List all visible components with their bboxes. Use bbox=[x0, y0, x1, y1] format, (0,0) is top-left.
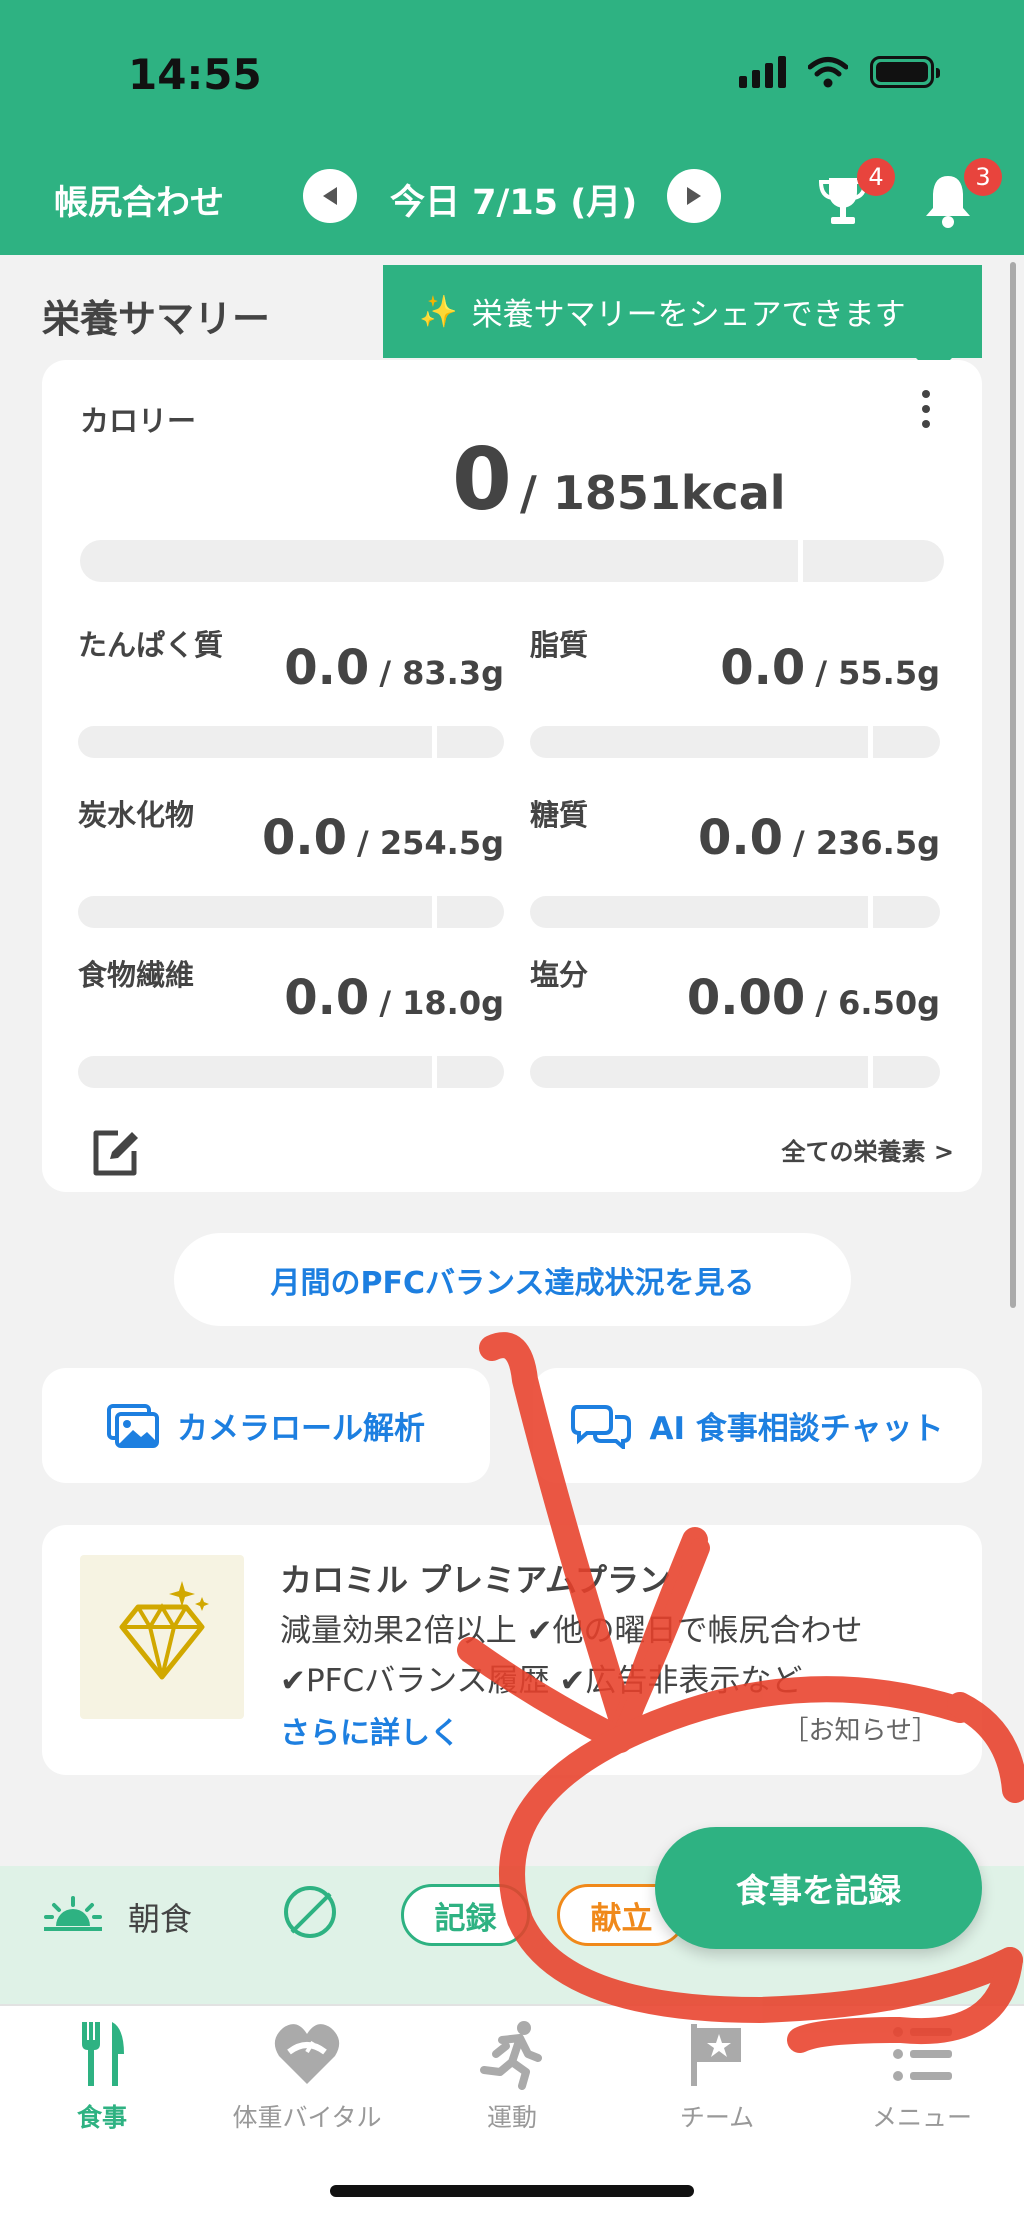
nutrient-value: 0.0 bbox=[262, 810, 348, 866]
nutrient-progress-bar bbox=[78, 1056, 504, 1088]
nutrient-target: / 6.50g bbox=[815, 984, 940, 1022]
no-meal-icon[interactable] bbox=[284, 1886, 336, 1938]
pfc-balance-button[interactable]: 月間のPFCバランス達成状況を見る bbox=[174, 1233, 851, 1326]
record-meal-button[interactable]: 記録 bbox=[401, 1884, 530, 1946]
app-header: 14:55 帳尻合わせ 今日 7/15 (月) 4 3 bbox=[0, 0, 1024, 255]
nutrient-target: / 254.5g bbox=[357, 824, 504, 862]
status-icons bbox=[739, 56, 940, 88]
nutrient-value: 0.0 bbox=[284, 640, 370, 696]
notification-button[interactable]: 3 bbox=[922, 158, 1002, 232]
record-meal-fab[interactable]: 食事を記録 bbox=[655, 1827, 982, 1949]
camera-roll-label: カメラロール解析 bbox=[177, 1411, 425, 1447]
nutrient-progress-bar bbox=[78, 726, 504, 758]
share-tooltip-text: 栄養サマリーをシェアできます bbox=[471, 297, 906, 333]
nutrient-target: / 83.3g bbox=[379, 654, 504, 692]
ai-chat-label: AI 食事相談チャット bbox=[649, 1411, 944, 1447]
all-nutrients-link[interactable]: 全ての栄養素 > bbox=[782, 1132, 954, 1167]
nutrient-progress-bar bbox=[530, 896, 940, 928]
nutrient-fat: 脂質 0.0/ 55.5g bbox=[530, 622, 940, 758]
nutrient-value: 0.0 bbox=[698, 810, 784, 866]
nutrient-target: / 236.5g bbox=[793, 824, 940, 862]
tab-exercise[interactable]: 運動 bbox=[410, 2018, 614, 2134]
sparkles-icon: ✨ bbox=[419, 294, 458, 330]
tab-label: 運動 bbox=[486, 2103, 537, 2132]
premium-title: カロミル プレミアムプラン bbox=[280, 1561, 671, 1599]
more-options-icon[interactable] bbox=[922, 390, 932, 435]
premium-notice-label: ［お知らせ］ bbox=[782, 1716, 938, 1746]
runner-icon bbox=[480, 2021, 542, 2090]
nutrient-salt: 塩分 0.00/ 6.50g bbox=[530, 952, 940, 1088]
premium-plan-card[interactable]: カロミル プレミアムプラン 減量効果2倍以上 ✔他の曜日で帳尻合わせ ✔PFCバ… bbox=[42, 1525, 982, 1775]
summary-title: 栄養サマリー bbox=[42, 297, 271, 341]
sunrise-icon bbox=[44, 1896, 102, 1931]
calorie-value: 0 bbox=[452, 430, 512, 530]
nutrient-protein: たんぱく質 0.0/ 83.3g bbox=[78, 622, 504, 758]
photos-icon bbox=[107, 1403, 159, 1448]
trophy-button[interactable]: 4 bbox=[815, 158, 895, 232]
ai-chat-button[interactable]: AI 食事相談チャット bbox=[533, 1368, 982, 1483]
meal-name: 朝食 bbox=[128, 1900, 193, 1938]
diamond-icon bbox=[119, 1581, 209, 1680]
tab-weight-vitals[interactable]: 体重バイタル bbox=[205, 2018, 409, 2134]
meal-row-next[interactable] bbox=[0, 1962, 1024, 2004]
nutrient-target: / 55.5g bbox=[815, 654, 940, 692]
status-time: 14:55 bbox=[128, 50, 262, 99]
nutrient-target: / 18.0g bbox=[379, 984, 504, 1022]
premium-feature-line: 減量効果2倍以上 ✔他の曜日で帳尻合わせ bbox=[280, 1613, 863, 1649]
scrollbar[interactable] bbox=[1010, 262, 1016, 1308]
triangle-left-icon bbox=[323, 187, 337, 205]
menu-list-icon bbox=[893, 2027, 952, 2081]
nutrient-carbs: 炭水化物 0.0/ 254.5g bbox=[78, 792, 504, 928]
next-day-button[interactable] bbox=[667, 169, 721, 223]
chat-bubbles-icon bbox=[571, 1404, 632, 1449]
balance-adjust-link[interactable]: 帳尻合わせ bbox=[54, 175, 224, 224]
diamond-image bbox=[80, 1555, 244, 1719]
prev-day-button[interactable] bbox=[303, 169, 357, 223]
nutrient-progress-bar bbox=[78, 896, 504, 928]
camera-roll-button[interactable]: カメラロール解析 bbox=[42, 1368, 490, 1483]
nutrient-progress-bar bbox=[530, 1056, 940, 1088]
heart-scale-icon bbox=[274, 2024, 340, 2084]
trophy-badge: 4 bbox=[857, 158, 895, 196]
tab-menu[interactable]: メニュー bbox=[820, 2018, 1024, 2134]
premium-feature-line: ✔PFCバランス履歴 ✔広告非表示など bbox=[280, 1663, 803, 1699]
flag-icon bbox=[691, 2024, 741, 2086]
notification-badge: 3 bbox=[964, 158, 1002, 196]
nutrient-progress-bar bbox=[530, 726, 940, 758]
tab-team[interactable]: チーム bbox=[615, 2018, 819, 2134]
premium-more-link[interactable]: さらに詳しく bbox=[280, 1708, 460, 1752]
triangle-right-icon bbox=[687, 187, 701, 205]
share-tooltip[interactable]: ✨ 栄養サマリーをシェアできます bbox=[383, 265, 982, 376]
home-indicator bbox=[330, 2185, 694, 2197]
edit-icon[interactable] bbox=[88, 1125, 144, 1185]
tab-label: 体重バイタル bbox=[232, 2103, 382, 2132]
tab-label: チーム bbox=[679, 2103, 755, 2132]
nutrition-summary-card: カロリー 0 / 1851kcal たんぱく質 0.0/ 83.3g 脂質 0.… bbox=[42, 360, 982, 1192]
signal-icon bbox=[739, 56, 786, 88]
nutrient-sugar: 糖質 0.0/ 236.5g bbox=[530, 792, 940, 928]
nutrient-value: 0.0 bbox=[284, 970, 370, 1026]
calorie-progress-bar bbox=[80, 540, 944, 582]
nutrient-value: 0.0 bbox=[720, 640, 806, 696]
calorie-target: / 1851kcal bbox=[520, 466, 786, 520]
wifi-icon bbox=[808, 57, 848, 88]
tab-meals[interactable]: 食事 bbox=[0, 2018, 204, 2134]
battery-icon bbox=[870, 56, 940, 88]
nutrient-value: 0.00 bbox=[686, 970, 806, 1026]
calorie-label: カロリー bbox=[80, 404, 197, 438]
tab-label: 食事 bbox=[76, 2103, 127, 2132]
nutrient-fiber: 食物繊維 0.0/ 18.0g bbox=[78, 952, 504, 1088]
fork-knife-icon bbox=[82, 2022, 124, 2086]
tab-label: メニュー bbox=[871, 2103, 972, 2132]
current-date[interactable]: 今日 7/15 (月) bbox=[390, 174, 637, 225]
